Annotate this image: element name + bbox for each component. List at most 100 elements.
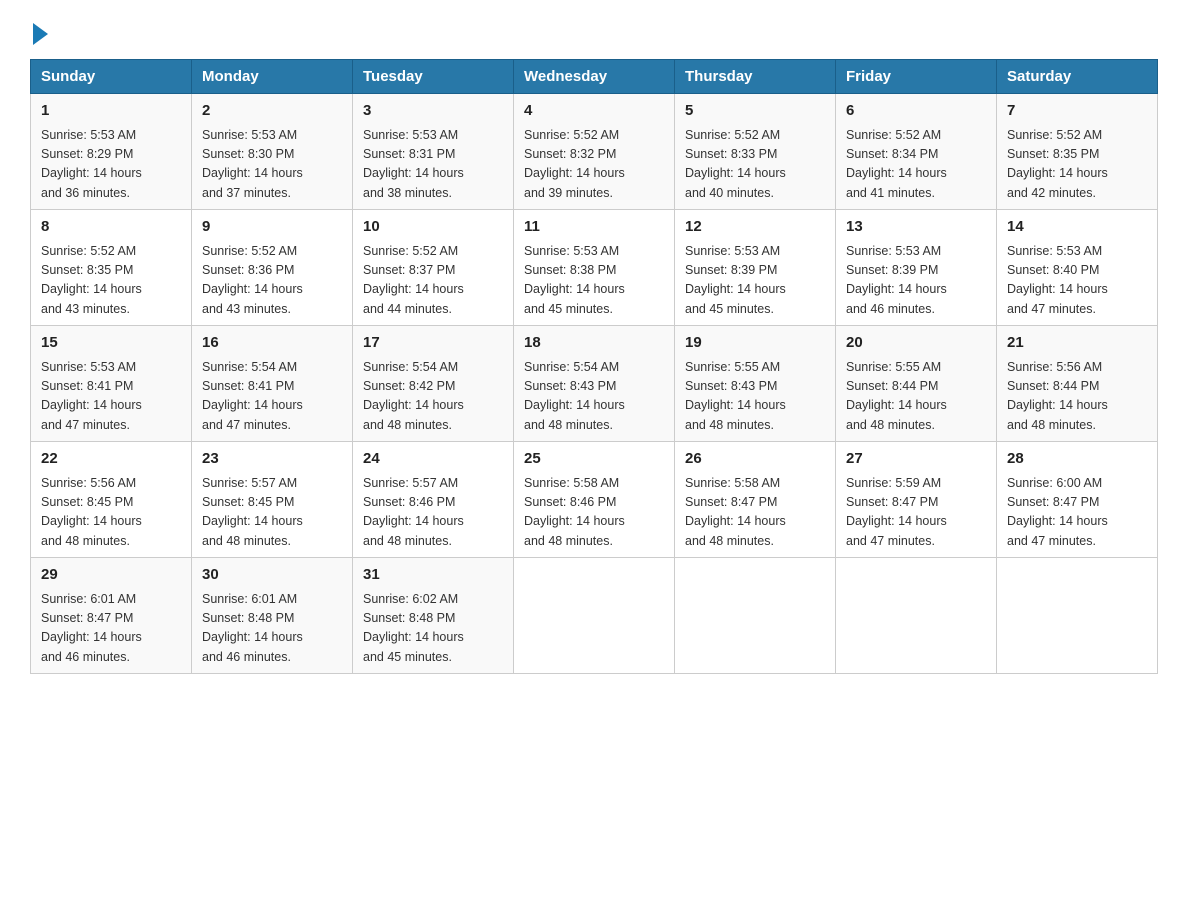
- day-number: 1: [41, 100, 181, 123]
- calendar-cell: 3 Sunrise: 5:53 AMSunset: 8:31 PMDaylight…: [353, 94, 514, 210]
- day-info: Sunrise: 5:52 AMSunset: 8:33 PMDaylight:…: [685, 126, 825, 204]
- calendar-cell: 2Sunrise: 5:53 AMSunset: 8:30 PMDaylight…: [192, 94, 353, 210]
- calendar-cell: 4 Sunrise: 5:52 AMSunset: 8:32 PMDaylight…: [514, 94, 675, 210]
- calendar-cell: 21 Sunrise: 5:56 AMSunset: 8:44 PMDayligh…: [997, 326, 1158, 442]
- day-number: 31: [363, 564, 503, 587]
- day-number: 23: [202, 448, 342, 471]
- calendar-cell: 18Sunrise: 5:54 AMSunset: 8:43 PMDayligh…: [514, 326, 675, 442]
- day-number: 12: [685, 216, 825, 239]
- day-info: Sunrise: 6:01 AMSunset: 8:47 PMDaylight:…: [41, 590, 181, 668]
- calendar-cell: 1 Sunrise: 5:53 AMSunset: 8:29 PMDaylight…: [31, 94, 192, 210]
- calendar-cell: 25 Sunrise: 5:58 AMSunset: 8:46 PMDayligh…: [514, 442, 675, 558]
- day-number: 10: [363, 216, 503, 239]
- day-info: Sunrise: 6:02 AMSunset: 8:48 PMDaylight:…: [363, 590, 503, 668]
- calendar-cell: 20 Sunrise: 5:55 AMSunset: 8:44 PMDayligh…: [836, 326, 997, 442]
- calendar-cell: 8Sunrise: 5:52 AMSunset: 8:35 PMDaylight…: [31, 210, 192, 326]
- day-info: Sunrise: 5:53 AMSunset: 8:40 PMDaylight:…: [1007, 242, 1147, 320]
- day-info: Sunrise: 5:53 AMSunset: 8:30 PMDaylight:…: [202, 126, 342, 204]
- calendar-week-row: 29 Sunrise: 6:01 AMSunset: 8:47 PMDayligh…: [31, 558, 1158, 674]
- day-info: Sunrise: 5:53 AMSunset: 8:29 PMDaylight:…: [41, 126, 181, 204]
- calendar-week-row: 15Sunrise: 5:53 AMSunset: 8:41 PMDayligh…: [31, 326, 1158, 442]
- day-number: 11: [524, 216, 664, 239]
- day-number: 26: [685, 448, 825, 471]
- day-number: 24: [363, 448, 503, 471]
- day-number: 9: [202, 216, 342, 239]
- day-number: 28: [1007, 448, 1147, 471]
- day-info: Sunrise: 5:53 AMSunset: 8:31 PMDaylight:…: [363, 126, 503, 204]
- day-info: Sunrise: 5:55 AMSunset: 8:43 PMDaylight:…: [685, 358, 825, 436]
- day-number: 14: [1007, 216, 1147, 239]
- calendar-cell: [836, 558, 997, 674]
- calendar-cell: [675, 558, 836, 674]
- day-info: Sunrise: 5:53 AMSunset: 8:41 PMDaylight:…: [41, 358, 181, 436]
- calendar-cell: 26Sunrise: 5:58 AMSunset: 8:47 PMDayligh…: [675, 442, 836, 558]
- day-number: 4: [524, 100, 664, 123]
- day-number: 19: [685, 332, 825, 355]
- calendar-week-row: 8Sunrise: 5:52 AMSunset: 8:35 PMDaylight…: [31, 210, 1158, 326]
- logo-chevron-icon: [33, 23, 48, 45]
- day-number: 16: [202, 332, 342, 355]
- weekday-header-friday: Friday: [836, 60, 997, 94]
- calendar-table: SundayMondayTuesdayWednesdayThursdayFrid…: [30, 59, 1158, 674]
- calendar-cell: 11 Sunrise: 5:53 AMSunset: 8:38 PMDayligh…: [514, 210, 675, 326]
- day-info: Sunrise: 6:01 AMSunset: 8:48 PMDaylight:…: [202, 590, 342, 668]
- calendar-cell: 22 Sunrise: 5:56 AMSunset: 8:45 PMDayligh…: [31, 442, 192, 558]
- day-number: 29: [41, 564, 181, 587]
- calendar-week-row: 1 Sunrise: 5:53 AMSunset: 8:29 PMDaylight…: [31, 94, 1158, 210]
- day-info: Sunrise: 5:54 AMSunset: 8:41 PMDaylight:…: [202, 358, 342, 436]
- calendar-cell: 7Sunrise: 5:52 AMSunset: 8:35 PMDaylight…: [997, 94, 1158, 210]
- calendar-cell: 13 Sunrise: 5:53 AMSunset: 8:39 PMDayligh…: [836, 210, 997, 326]
- day-info: Sunrise: 5:57 AMSunset: 8:45 PMDaylight:…: [202, 474, 342, 552]
- day-number: 3: [363, 100, 503, 123]
- page-header: [30, 20, 1158, 41]
- day-info: Sunrise: 5:53 AMSunset: 8:38 PMDaylight:…: [524, 242, 664, 320]
- calendar-cell: 12Sunrise: 5:53 AMSunset: 8:39 PMDayligh…: [675, 210, 836, 326]
- day-info: Sunrise: 5:59 AMSunset: 8:47 PMDaylight:…: [846, 474, 986, 552]
- weekday-header-wednesday: Wednesday: [514, 60, 675, 94]
- calendar-cell: 27 Sunrise: 5:59 AMSunset: 8:47 PMDayligh…: [836, 442, 997, 558]
- calendar-cell: 9Sunrise: 5:52 AMSunset: 8:36 PMDaylight…: [192, 210, 353, 326]
- calendar-cell: 15Sunrise: 5:53 AMSunset: 8:41 PMDayligh…: [31, 326, 192, 442]
- calendar-cell: 17 Sunrise: 5:54 AMSunset: 8:42 PMDayligh…: [353, 326, 514, 442]
- day-number: 20: [846, 332, 986, 355]
- day-number: 25: [524, 448, 664, 471]
- day-number: 27: [846, 448, 986, 471]
- day-info: Sunrise: 5:56 AMSunset: 8:45 PMDaylight:…: [41, 474, 181, 552]
- day-info: Sunrise: 5:58 AMSunset: 8:46 PMDaylight:…: [524, 474, 664, 552]
- weekday-header-sunday: Sunday: [31, 60, 192, 94]
- calendar-cell: 29 Sunrise: 6:01 AMSunset: 8:47 PMDayligh…: [31, 558, 192, 674]
- day-number: 18: [524, 332, 664, 355]
- logo: [30, 20, 48, 41]
- calendar-cell: 31 Sunrise: 6:02 AMSunset: 8:48 PMDayligh…: [353, 558, 514, 674]
- day-number: 13: [846, 216, 986, 239]
- day-info: Sunrise: 6:00 AMSunset: 8:47 PMDaylight:…: [1007, 474, 1147, 552]
- day-info: Sunrise: 5:57 AMSunset: 8:46 PMDaylight:…: [363, 474, 503, 552]
- weekday-header-thursday: Thursday: [675, 60, 836, 94]
- day-info: Sunrise: 5:52 AMSunset: 8:32 PMDaylight:…: [524, 126, 664, 204]
- weekday-header-tuesday: Tuesday: [353, 60, 514, 94]
- day-info: Sunrise: 5:54 AMSunset: 8:42 PMDaylight:…: [363, 358, 503, 436]
- day-info: Sunrise: 5:56 AMSunset: 8:44 PMDaylight:…: [1007, 358, 1147, 436]
- day-info: Sunrise: 5:52 AMSunset: 8:34 PMDaylight:…: [846, 126, 986, 204]
- weekday-header-monday: Monday: [192, 60, 353, 94]
- calendar-cell: 6 Sunrise: 5:52 AMSunset: 8:34 PMDaylight…: [836, 94, 997, 210]
- calendar-cell: 23 Sunrise: 5:57 AMSunset: 8:45 PMDayligh…: [192, 442, 353, 558]
- calendar-cell: 30 Sunrise: 6:01 AMSunset: 8:48 PMDayligh…: [192, 558, 353, 674]
- calendar-cell: 14 Sunrise: 5:53 AMSunset: 8:40 PMDayligh…: [997, 210, 1158, 326]
- day-number: 17: [363, 332, 503, 355]
- day-info: Sunrise: 5:52 AMSunset: 8:37 PMDaylight:…: [363, 242, 503, 320]
- calendar-cell: 28 Sunrise: 6:00 AMSunset: 8:47 PMDayligh…: [997, 442, 1158, 558]
- day-number: 30: [202, 564, 342, 587]
- calendar-week-row: 22 Sunrise: 5:56 AMSunset: 8:45 PMDayligh…: [31, 442, 1158, 558]
- day-info: Sunrise: 5:55 AMSunset: 8:44 PMDaylight:…: [846, 358, 986, 436]
- day-number: 21: [1007, 332, 1147, 355]
- day-number: 7: [1007, 100, 1147, 123]
- day-info: Sunrise: 5:53 AMSunset: 8:39 PMDaylight:…: [846, 242, 986, 320]
- calendar-cell: 5Sunrise: 5:52 AMSunset: 8:33 PMDaylight…: [675, 94, 836, 210]
- day-number: 22: [41, 448, 181, 471]
- calendar-cell: 10 Sunrise: 5:52 AMSunset: 8:37 PMDayligh…: [353, 210, 514, 326]
- weekday-header-row: SundayMondayTuesdayWednesdayThursdayFrid…: [31, 60, 1158, 94]
- calendar-cell: [997, 558, 1158, 674]
- calendar-cell: [514, 558, 675, 674]
- day-number: 6: [846, 100, 986, 123]
